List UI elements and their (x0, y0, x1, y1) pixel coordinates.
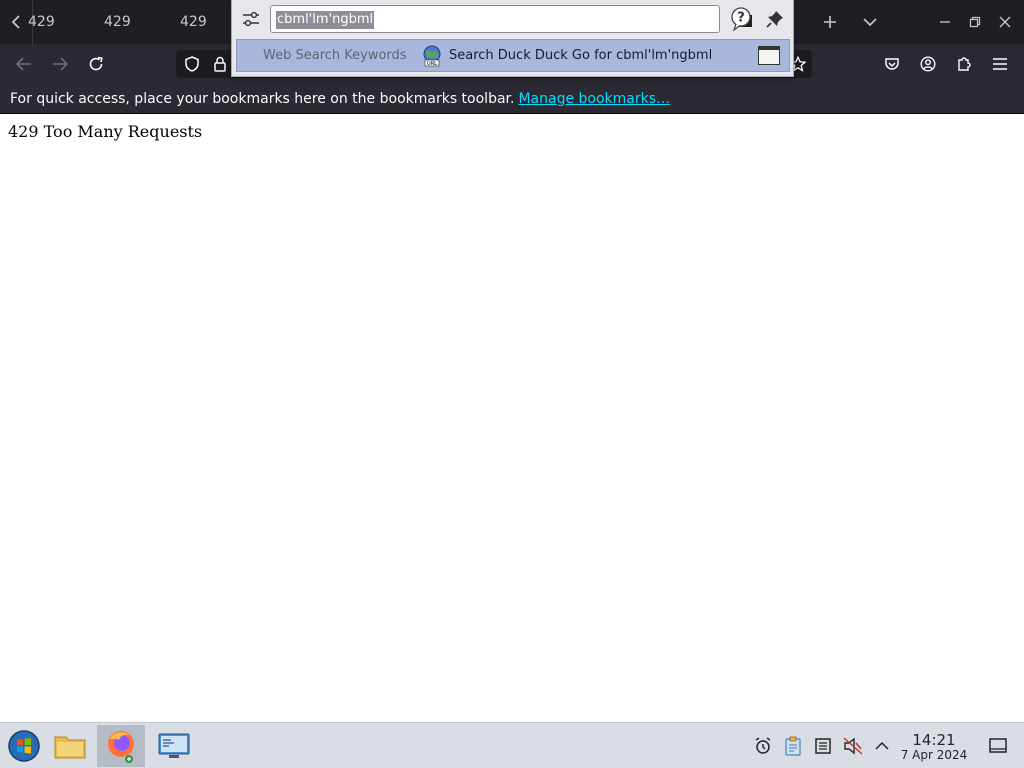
firefox-taskbar-button[interactable] (97, 725, 145, 767)
monitor-app-icon (158, 733, 190, 758)
menu-button[interactable] (988, 52, 1012, 76)
extensions-button[interactable] (952, 52, 976, 76)
search-result-text: Search Duck Duck Go for cbml'lm'ngbml (449, 48, 713, 63)
hamburger-menu-icon (993, 58, 1007, 70)
system-clock[interactable]: 14:21 7 Apr 2024 (898, 732, 970, 763)
close-window-button[interactable] (994, 11, 1016, 33)
window-icon (758, 46, 780, 65)
lock-icon (214, 56, 226, 72)
reload-button[interactable] (84, 52, 108, 76)
system-monitor-button[interactable] (150, 725, 198, 767)
speaker-muted-icon (843, 737, 863, 755)
minimize-button[interactable] (934, 11, 956, 33)
restore-icon (969, 16, 981, 28)
tab-1[interactable]: 429 (28, 8, 55, 36)
chevron-up-icon (875, 741, 889, 750)
firefox-icon (108, 731, 134, 763)
help-icon: ? (731, 7, 751, 31)
volume-tray-button[interactable] (842, 735, 864, 757)
chevron-left-icon (11, 15, 20, 29)
file-manager-button[interactable] (46, 725, 94, 767)
back-button[interactable] (12, 52, 36, 76)
clock-date: 7 Apr 2024 (900, 748, 968, 762)
show-hidden-icons-button[interactable] (871, 735, 893, 757)
clipboard-tray-button[interactable] (782, 735, 804, 757)
account-button[interactable] (916, 52, 940, 76)
close-icon (999, 16, 1011, 28)
notifications-tray-button[interactable] (752, 735, 774, 757)
tab-3[interactable]: 429 (180, 8, 207, 36)
shield-icon (185, 56, 199, 72)
forward-button[interactable] (48, 52, 72, 76)
web-search-globe-icon: URL (423, 45, 441, 67)
pin-button[interactable] (764, 8, 786, 30)
pocket-button[interactable] (880, 52, 904, 76)
storage-icon (815, 738, 831, 754)
svg-text:?: ? (737, 11, 745, 26)
sliders-icon (243, 11, 259, 27)
restore-button[interactable] (964, 11, 986, 33)
alarm-clock-icon (755, 737, 771, 754)
pocket-icon (885, 58, 899, 70)
tab-label: 429 (180, 14, 207, 30)
clock-time: 14:21 (912, 731, 956, 749)
search-input[interactable]: cbml'lm'ngbml (270, 5, 752, 33)
minimize-icon (940, 21, 950, 23)
tab-label: 429 (104, 14, 131, 30)
desktop-icon (989, 738, 1007, 753)
search-result-row[interactable]: Web Search Keywords URL Search Duck Duck… (236, 39, 790, 72)
bookmarks-toolbar-message: For quick access, place your bookmarks h… (10, 90, 515, 107)
pin-icon (766, 11, 783, 28)
chevron-down-icon (863, 18, 877, 27)
puzzle-icon (958, 57, 971, 71)
clipboard-icon (785, 736, 801, 756)
start-menu-button[interactable] (0, 725, 48, 767)
error-message: 429 Too Many Requests (8, 122, 203, 141)
arrow-right-icon (53, 57, 68, 71)
show-desktop-button[interactable] (987, 735, 1009, 757)
taskbar: 14:21 7 Apr 2024 (0, 722, 1024, 768)
page-content: 429 Too Many Requests (0, 114, 1024, 722)
arrow-left-icon (16, 57, 31, 71)
plus-icon (824, 16, 836, 28)
start-orb-icon (8, 730, 40, 762)
search-popup: cbml'lm'ngbml ? Web Search Keywords URL … (231, 0, 794, 77)
help-button[interactable]: ? (729, 6, 753, 32)
tracking-protection-button[interactable] (180, 52, 204, 76)
result-category-label: Web Search Keywords (263, 48, 407, 63)
screen: 429 429 429 For quick access, place your… (0, 0, 1024, 768)
settings-button[interactable] (240, 8, 262, 30)
reload-icon (89, 56, 103, 71)
tab-label: 429 (28, 14, 55, 30)
svg-text:URL: URL (427, 61, 437, 67)
search-input-value: cbml'lm'ngbml (276, 11, 375, 29)
folder-icon (54, 736, 86, 759)
account-icon (920, 56, 936, 72)
device-tray-button[interactable] (812, 735, 834, 757)
tab-scroll-left-button[interactable] (6, 11, 26, 33)
list-all-tabs-button[interactable] (858, 11, 882, 33)
new-tab-button[interactable] (818, 11, 842, 33)
bookmarks-toolbar: For quick access, place your bookmarks h… (0, 84, 1024, 114)
manage-bookmarks-link[interactable]: Manage bookmarks… (518, 91, 670, 107)
tab-2[interactable]: 429 (104, 8, 131, 36)
site-security-button[interactable] (208, 52, 232, 76)
